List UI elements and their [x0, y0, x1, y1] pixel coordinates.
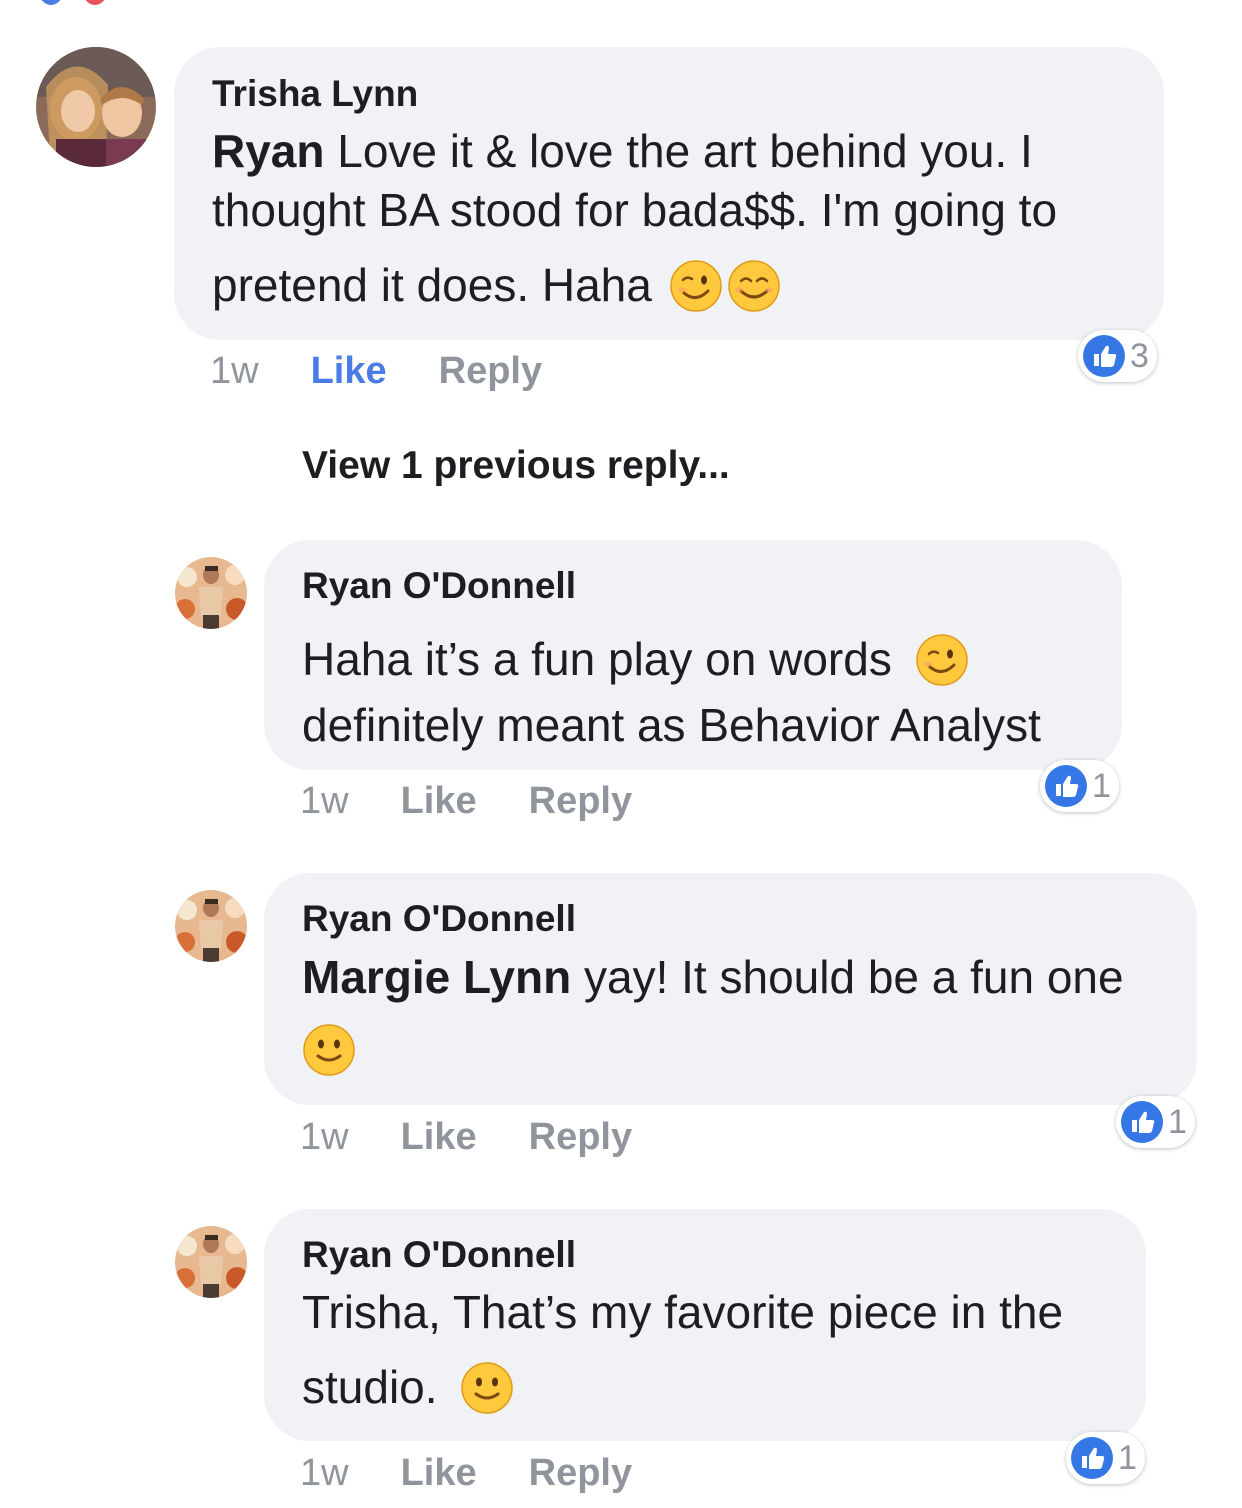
timestamp: 1w [300, 1452, 349, 1494]
reaction-badge[interactable]: 3 [1078, 330, 1157, 382]
reply-meta: 1w Like Reply [300, 1452, 632, 1495]
reply-meta: 1w Like Reply [300, 1116, 632, 1159]
reply-text-line-1: Haha it’s a fun play on words [302, 632, 969, 690]
mention-link[interactable]: Ryan [212, 125, 324, 177]
comment-meta: 1w Like Reply [210, 350, 542, 393]
reply-meta: 1w Like Reply [300, 780, 632, 823]
reply-text-line-2 [298, 1022, 356, 1080]
reply-button[interactable]: Reply [529, 1116, 632, 1158]
reaction-count: 1 [1168, 1102, 1187, 1141]
reply-text-line-1: Margie Lynn yay! It should be a fun one [302, 951, 1124, 1003]
slightly-smiling-face-emoji-icon [460, 1361, 514, 1415]
reaction-badge[interactable]: 1 [1116, 1096, 1195, 1148]
top-cropped-icons [40, 0, 124, 10]
smiling-face-emoji-icon [727, 259, 781, 313]
view-previous-replies-link[interactable]: View 1 previous reply... [302, 444, 730, 488]
avatar-ryan-odonnell[interactable] [175, 557, 247, 629]
thumbs-up-icon [1071, 1437, 1113, 1479]
mention-link[interactable]: Margie Lynn [302, 951, 571, 1003]
reply-text-line-2: definitely meant as Behavior Analyst [302, 699, 1041, 751]
avatar-trisha-lynn[interactable] [36, 47, 156, 167]
reaction-count: 1 [1092, 766, 1111, 805]
timestamp: 1w [300, 1116, 349, 1158]
timestamp: 1w [210, 350, 259, 392]
red-dot-icon [84, 0, 107, 5]
thumbs-up-icon [1121, 1101, 1163, 1143]
reaction-badge[interactable]: 1 [1040, 760, 1119, 812]
comment-author[interactable]: Trisha Lynn [212, 73, 418, 115]
like-button[interactable]: Like [401, 1452, 477, 1494]
like-button[interactable]: Like [401, 780, 477, 822]
thumbs-up-icon [1083, 335, 1125, 377]
comment-text-line-1: Ryan Love it & love the art behind you. … [212, 125, 1033, 177]
reply-button[interactable]: Reply [439, 350, 542, 392]
reaction-count: 3 [1130, 336, 1149, 375]
reply-author[interactable]: Ryan O'Donnell [302, 1234, 576, 1276]
blue-dot-icon [40, 0, 62, 5]
timestamp: 1w [300, 780, 349, 822]
comment-text-line-2: thought BA stood for bada$$. I'm going t… [212, 184, 1058, 236]
avatar-ryan-odonnell[interactable] [175, 1226, 247, 1298]
avatar-ryan-odonnell[interactable] [175, 890, 247, 962]
winking-face-emoji-icon [669, 259, 723, 313]
reply-button[interactable]: Reply [529, 780, 632, 822]
comment-text-line-3: pretend it does. Haha [212, 258, 781, 316]
reply-text-line-2: studio. [302, 1360, 514, 1418]
reply-author[interactable]: Ryan O'Donnell [302, 898, 576, 940]
reply-author[interactable]: Ryan O'Donnell [302, 565, 576, 607]
reply-text-line-1: Trisha, That’s my favorite piece in the [302, 1286, 1064, 1338]
reaction-badge[interactable]: 1 [1066, 1432, 1145, 1484]
thumbs-up-icon [1045, 765, 1087, 807]
slightly-smiling-face-emoji-icon [302, 1023, 356, 1077]
reply-button[interactable]: Reply [529, 1452, 632, 1494]
reaction-count: 1 [1118, 1438, 1137, 1477]
like-button[interactable]: Like [401, 1116, 477, 1158]
like-button[interactable]: Like [311, 350, 387, 392]
winking-face-emoji-icon [915, 633, 969, 687]
